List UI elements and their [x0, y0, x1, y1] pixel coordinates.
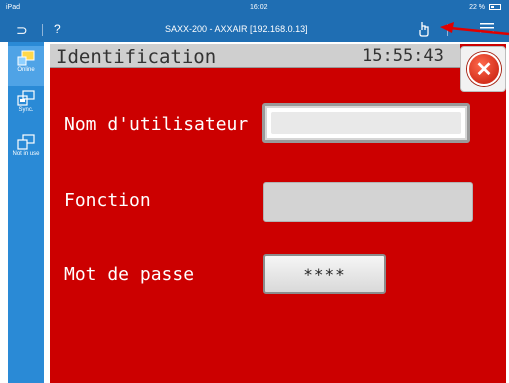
battery-percent: 22 %	[469, 4, 486, 11]
sidemenu-label-online: Online	[17, 67, 35, 73]
ios-status-bar: iPad 16:02 22 %	[0, 0, 509, 18]
hand-pointer-icon[interactable]	[418, 21, 430, 40]
close-icon: ✕	[467, 52, 501, 86]
device-label: iPad	[6, 4, 21, 11]
sidemenu-item-sync[interactable]: Sync.	[8, 88, 44, 124]
password-field[interactable]: ****	[263, 254, 386, 294]
function-field[interactable]	[263, 182, 473, 222]
panel-clock: 15:55:43	[362, 46, 444, 66]
side-menu: Online Sync. Not in use	[8, 42, 44, 383]
sidemenu-label-sync: Sync.	[18, 107, 34, 113]
hand-pointer-svg	[419, 22, 429, 37]
sidemenu-item-online[interactable]: Online	[8, 46, 44, 86]
password-value: ****	[303, 265, 346, 284]
header-divider	[42, 24, 43, 36]
username-value	[271, 112, 461, 134]
app-header: ⊃ ? SAXX-200 - AXXAIR [192.168.0.13]	[0, 18, 509, 42]
battery-status: 22 %	[469, 4, 501, 11]
sidemenu-label-not-in-use: Not in use	[12, 151, 40, 157]
annotation-arrow-icon	[440, 22, 509, 36]
password-label: Mot de passe	[64, 264, 195, 285]
status-time: 16:02	[250, 4, 268, 11]
sidemenu-item-not-in-use[interactable]: Not in use	[8, 132, 44, 168]
page-title: Identification	[56, 46, 217, 68]
username-field[interactable]	[262, 103, 470, 143]
back-button[interactable]: ⊃	[16, 22, 28, 39]
ipad-screen: iPad 16:02 22 % ⊃ ? SAXX-200 - AXXAIR [1…	[0, 0, 509, 383]
connection-title: SAXX-200 - AXXAIR [192.168.0.13]	[165, 24, 308, 34]
battery-icon	[489, 4, 501, 11]
help-button[interactable]: ?	[54, 22, 61, 36]
not-in-use-icon	[17, 134, 35, 150]
function-label: Fonction	[64, 190, 151, 211]
online-icon	[17, 50, 35, 66]
sync-icon	[17, 90, 35, 106]
close-button[interactable]: ✕	[460, 46, 506, 92]
username-label: Nom d'utilisateur	[64, 114, 249, 135]
